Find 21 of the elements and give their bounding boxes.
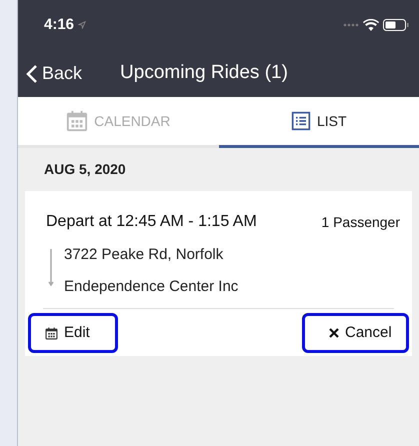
battery-icon [383,19,409,31]
pickup-address: 3722 Peake Rd, Norfolk [64,245,224,265]
edit-button[interactable]: Edit [28,313,118,353]
passenger-count: 1 Passenger [321,212,400,232]
close-icon [329,328,339,338]
view-tab[interactable]: LIST [218,97,419,148]
list-icon [290,111,311,131]
calendar-icon [45,326,58,340]
signal-dots-icon [343,23,359,27]
depart-time: Depart at 12:45 AM - 1:15 AM [46,212,257,232]
wifi-icon [363,19,379,31]
screen-title: Upcoming Rides (1) [120,61,288,86]
back-button[interactable]: Back [26,60,82,87]
calendar-icon [66,110,88,132]
status-time: 4:16 [44,14,74,35]
dropoff-address: Endependence Center Inc [64,276,238,296]
route-arrow-icon [48,249,54,287]
location-arrow-icon [78,21,86,29]
cancel-button[interactable]: Cancel [302,313,409,353]
date-heading: AUG 5, 2020 [44,160,126,179]
chevron-left-icon [26,64,38,84]
